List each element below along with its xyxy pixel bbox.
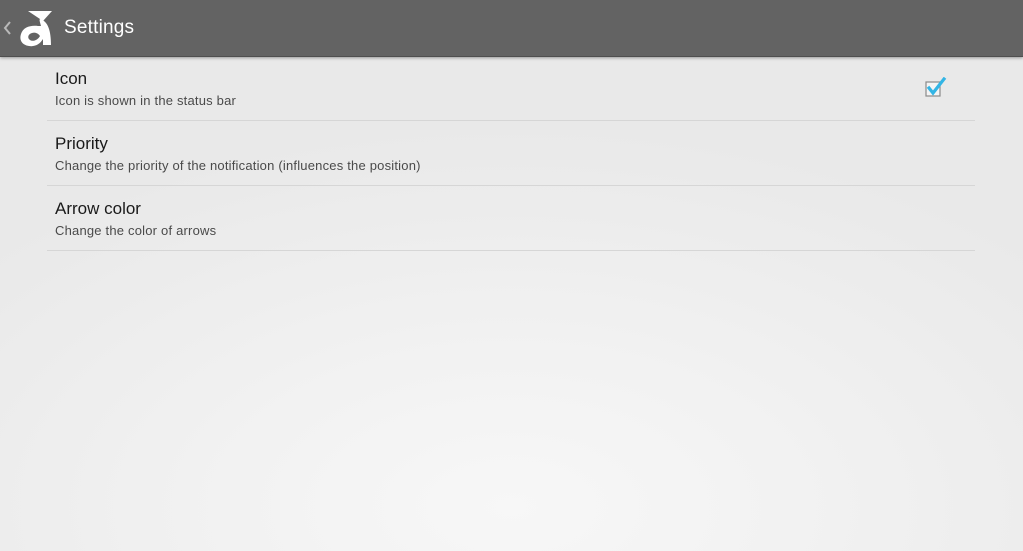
pref-summary: Icon is shown in the status bar (55, 93, 237, 108)
pref-title: Icon (55, 69, 88, 88)
pref-summary: Change the color of arrows (55, 223, 217, 238)
pref-item-priority[interactable]: Priority Change the priority of the noti… (47, 121, 975, 186)
pref-summary: Change the priority of the notification … (55, 158, 421, 173)
chevron-left-icon (3, 21, 11, 35)
page-title: Settings (64, 17, 135, 38)
preferences-list: Icon Icon is shown in the status bar Pri… (47, 56, 975, 251)
icon-checkbox[interactable] (923, 77, 947, 99)
pref-title: Priority (55, 134, 108, 153)
app-logo-icon (20, 11, 52, 47)
action-bar: Settings (0, 0, 1023, 57)
pref-title: Arrow color (55, 199, 141, 218)
up-navigation-button[interactable] (0, 6, 56, 50)
pref-item-icon[interactable]: Icon Icon is shown in the status bar (47, 56, 975, 121)
pref-item-arrow-color[interactable]: Arrow color Change the color of arrows (47, 186, 975, 251)
